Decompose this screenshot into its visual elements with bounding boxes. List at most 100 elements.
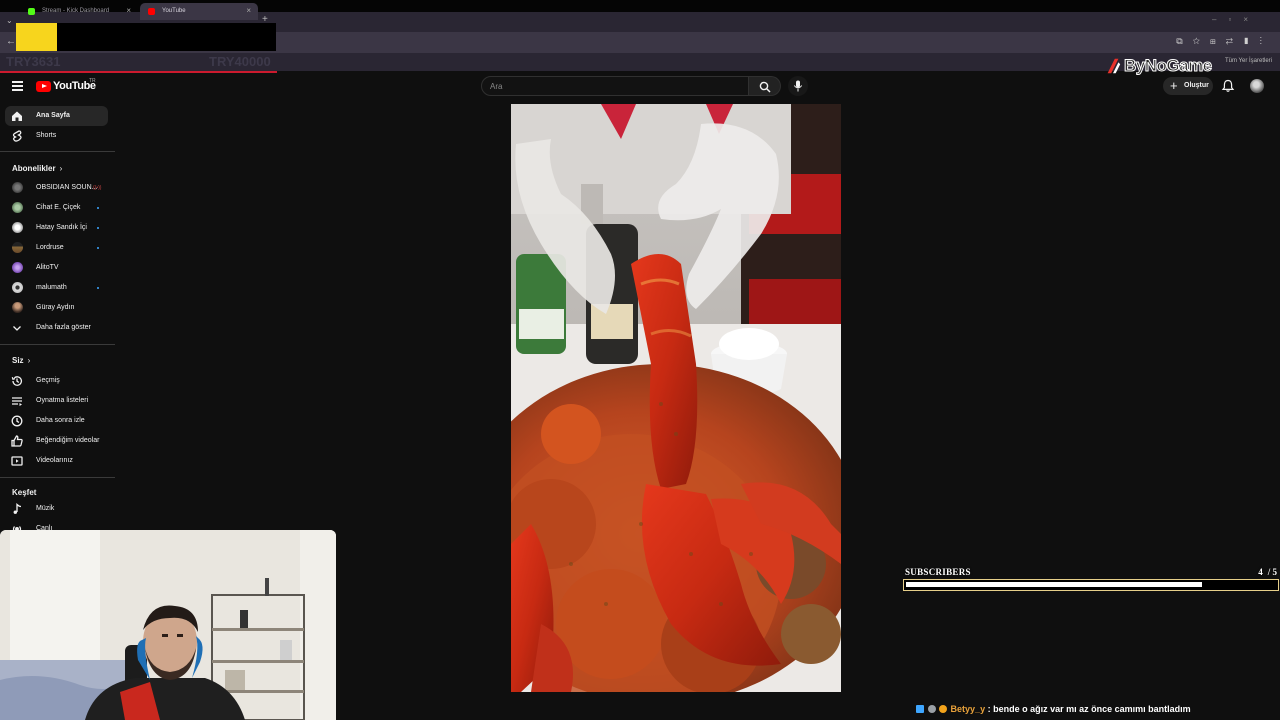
subscribers-goal-count: 4 / 5 [1258, 567, 1277, 577]
new-content-dot [97, 247, 99, 249]
channel-avatar [12, 242, 23, 253]
sidebar-divider [0, 477, 115, 478]
donation-overlay-right: TRY40000 [209, 54, 271, 69]
channel-name: OBSIDIAN SOUN... [36, 184, 98, 191]
subscriber-badge-icon [916, 705, 924, 713]
new-content-dot [97, 227, 99, 229]
playlists-icon [12, 397, 22, 406]
search-button[interactable] [749, 76, 781, 96]
new-content-dot [97, 207, 99, 209]
sidebar-item-home[interactable]: Ana Sayfa [5, 106, 108, 126]
voice-search-button[interactable] [788, 76, 808, 96]
region-code: TR [89, 78, 96, 84]
tab-title: Stream - Kick Dashboard [42, 8, 110, 14]
notifications-bell-icon[interactable] [1221, 79, 1235, 93]
webcam-frame [0, 530, 336, 720]
sidebar-item-label: Ana Sayfa [36, 112, 70, 119]
subscribers-current: 4 [1258, 567, 1263, 577]
channel-name: Hatay Sandık İçi [36, 224, 87, 231]
close-tab-icon[interactable]: × [246, 6, 251, 15]
subscription-item[interactable]: Lordruse [5, 238, 108, 258]
donation-overlay-left: TRY3631 [6, 54, 61, 69]
account-avatar[interactable] [1250, 79, 1264, 93]
subscription-item[interactable]: Hatay Sandık İçi [5, 218, 108, 238]
shorts-icon [12, 130, 22, 142]
history-icon [11, 376, 23, 386]
your-videos-icon [11, 456, 23, 466]
channel-avatar [12, 302, 23, 313]
explore-title: Keşfet [12, 488, 37, 497]
sidebar-item-music[interactable]: Müzik [5, 499, 108, 519]
sidebar-item-label: Müzik [36, 505, 55, 512]
youtube-play-icon [36, 81, 51, 92]
chat-username: Betyy_y [950, 704, 986, 714]
sidebar-item-your-videos[interactable]: Videolarınız [5, 451, 108, 471]
browser-tab-youtube[interactable]: YouTube × [140, 3, 258, 20]
sidebar-item-history[interactable]: Geçmiş [5, 371, 108, 391]
search-placeholder: Ara [490, 82, 503, 91]
browser-tab-kick[interactable]: Stream - Kick Dashboard × [20, 3, 138, 20]
search-input[interactable]: Ara [481, 76, 749, 96]
bynogame-mark-icon [1107, 58, 1121, 74]
subscribers-goal-title: SUBSCRIBERS [905, 567, 971, 577]
sidebar-item-liked-videos[interactable]: Beğendiğim videolar [5, 431, 108, 451]
subscription-item[interactable]: OBSIDIAN SOUN... ((•)) [5, 178, 108, 198]
channel-avatar [12, 222, 23, 233]
music-icon [13, 503, 22, 514]
home-icon [12, 111, 22, 121]
sidebar-item-label: Daha sonra izle [36, 417, 85, 424]
show-more-button[interactable]: Daha fazla göster [5, 318, 108, 338]
channel-name: Cihat E. Çiçek [36, 204, 81, 211]
subscribers-progress-track [903, 579, 1279, 591]
channel-avatar [12, 182, 23, 193]
microphone-icon [793, 80, 803, 92]
subscribers-goal-widget: SUBSCRIBERS 4 / 5 [903, 566, 1279, 594]
bynogame-text: ByNoGame [1124, 56, 1213, 76]
chevron-right-icon: › [59, 164, 63, 173]
create-button[interactable]: + Oluştur [1163, 77, 1213, 95]
explore-heading: Keşfet [12, 488, 36, 497]
chevron-down-icon [13, 326, 21, 331]
sidebar-item-label: Shorts [36, 132, 57, 139]
sidebar-item-watch-later[interactable]: Daha sonra izle [5, 411, 108, 431]
all-bookmarks-link[interactable]: Tüm Yer İşaretleri [1225, 58, 1272, 64]
you-heading[interactable]: Siz › [12, 356, 30, 365]
tab-search-icon[interactable]: ⌄ [6, 16, 13, 25]
progress-line [0, 71, 277, 73]
thumbs-up-icon [11, 435, 23, 447]
show-more-label: Daha fazla göster [36, 324, 91, 331]
subscribers-target: / 5 [1267, 567, 1277, 577]
subscriptions-heading[interactable]: Abonelikler › [12, 164, 62, 173]
shield-badge-icon [927, 705, 936, 713]
new-content-dot [97, 287, 99, 289]
bynogame-logo: ByNoGame [1104, 54, 1224, 78]
window-controls[interactable]: –▫× [1212, 15, 1260, 24]
channel-avatar [12, 202, 23, 213]
video-player[interactable] [511, 104, 841, 692]
sidebar-item-shorts[interactable]: Shorts [5, 126, 108, 146]
sidebar-item-label: Beğendiğim videolar [36, 437, 100, 444]
sidebar-item-playlists[interactable]: Oynatma listeleri [5, 391, 108, 411]
subscription-item[interactable]: Güray Aydın [5, 298, 108, 318]
chat-separator: : [987, 704, 991, 714]
channel-name: Güray Aydın [36, 304, 75, 311]
subscription-item[interactable]: AlitoTV [5, 258, 108, 278]
subscriptions-title: Abonelikler [12, 164, 56, 173]
censor-block-black [57, 23, 276, 51]
plus-icon: + [1170, 78, 1178, 93]
channel-name: Lordruse [36, 244, 64, 251]
chat-message: Betyy_y : bende o ağız var mı az önce ca… [916, 704, 1191, 718]
youtube-icon [148, 8, 155, 15]
back-icon[interactable]: ← [6, 36, 16, 47]
close-tab-icon[interactable]: × [126, 6, 131, 15]
live-indicator-icon: ((•)) [93, 185, 102, 191]
browser-toolbar-icons[interactable]: ⧉☆⊞⇄▮⋮ [1176, 36, 1272, 47]
subscription-item[interactable]: Cihat E. Çiçek [5, 198, 108, 218]
subscription-item[interactable]: malumath [5, 278, 108, 298]
chat-message-text: bende o ağız var mı az önce camımı bantl… [993, 704, 1191, 714]
menu-icon[interactable] [12, 81, 23, 91]
bookmarks-bar [0, 53, 1280, 71]
sidebar-item-label: Geçmiş [36, 377, 60, 384]
lobster-video-frame [511, 104, 841, 692]
censor-block-yellow [16, 23, 57, 51]
